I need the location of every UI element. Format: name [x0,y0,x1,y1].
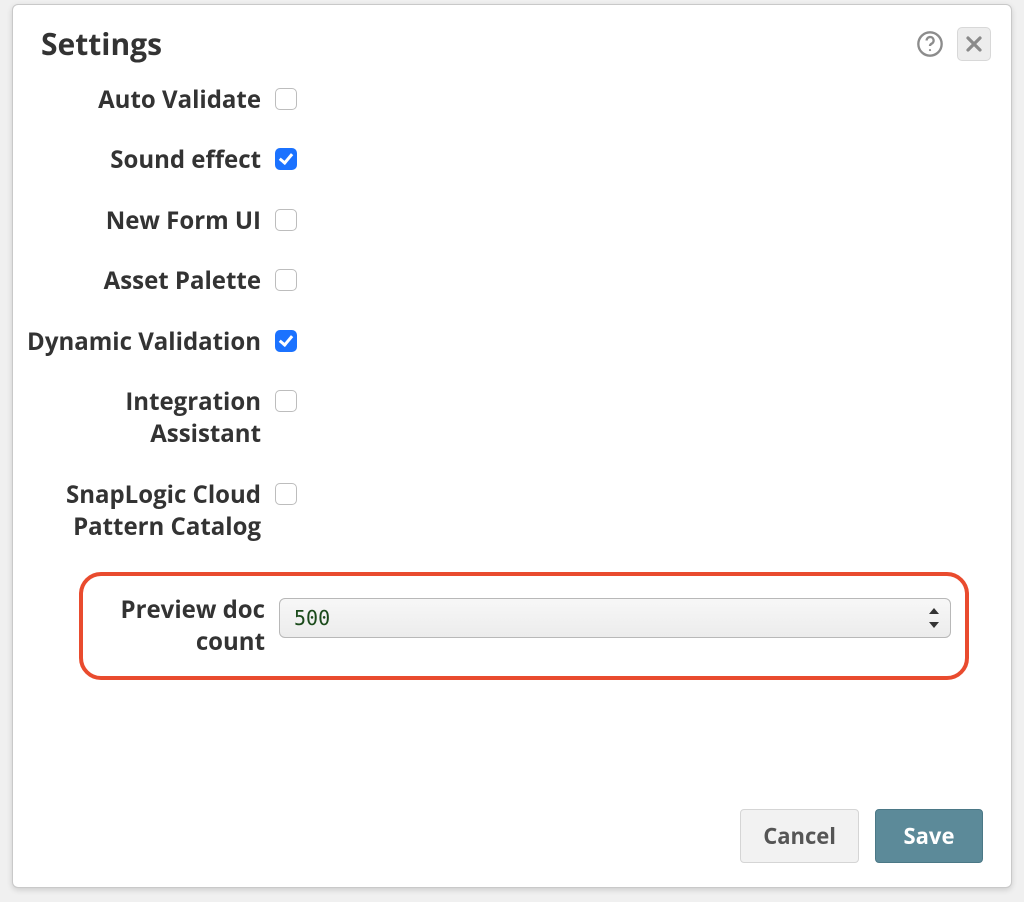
row-auto-validate: Auto Validate [23,84,975,116]
checkbox-new-form-ui[interactable] [275,209,297,231]
settings-dialog: Settings Auto Validate [12,4,1012,888]
row-snaplogic-catalog: SnapLogic Cloud Pattern Catalog [23,479,975,544]
dialog-header: Settings [13,5,1011,74]
row-preview-doc-count: Preview doc count 500 [79,572,969,681]
dialog-title: Settings [41,23,162,64]
checkbox-asset-palette[interactable] [275,269,297,291]
label-sound-effect: Sound effect [23,144,275,176]
label-auto-validate: Auto Validate [23,84,275,116]
label-snaplogic-catalog: SnapLogic Cloud Pattern Catalog [23,479,275,544]
settings-scroll[interactable]: Auto Validate Sound effect New Form UI A… [23,84,985,781]
row-asset-palette: Asset Palette [23,265,975,297]
dialog-footer: Cancel Save [13,791,1011,887]
checkbox-integration-assistant[interactable] [275,390,297,412]
help-icon[interactable] [915,29,945,59]
label-preview-doc-count: Preview doc count [83,594,279,659]
row-sound-effect: Sound effect [23,144,975,176]
header-actions [915,27,991,61]
save-button[interactable]: Save [875,809,983,863]
row-dynamic-validation: Dynamic Validation [23,326,975,358]
checkbox-sound-effect[interactable] [275,148,297,170]
dialog-body: Auto Validate Sound effect New Form UI A… [13,74,1011,791]
label-new-form-ui: New Form UI [23,205,275,237]
row-new-form-ui: New Form UI [23,205,975,237]
cancel-button[interactable]: Cancel [740,809,859,863]
label-dynamic-validation: Dynamic Validation [23,326,275,358]
label-integration-assistant: Integration Assistant [23,386,275,451]
checkbox-dynamic-validation[interactable] [275,330,297,352]
scroll-spacer [23,680,975,781]
preview-doc-count-select[interactable]: 500 [279,598,951,638]
label-asset-palette: Asset Palette [23,265,275,297]
close-button[interactable] [957,27,991,61]
checkbox-auto-validate[interactable] [275,88,297,110]
row-integration-assistant: Integration Assistant [23,386,975,451]
preview-doc-count-value: 500 [279,598,951,638]
checkbox-snaplogic-catalog[interactable] [275,483,297,505]
